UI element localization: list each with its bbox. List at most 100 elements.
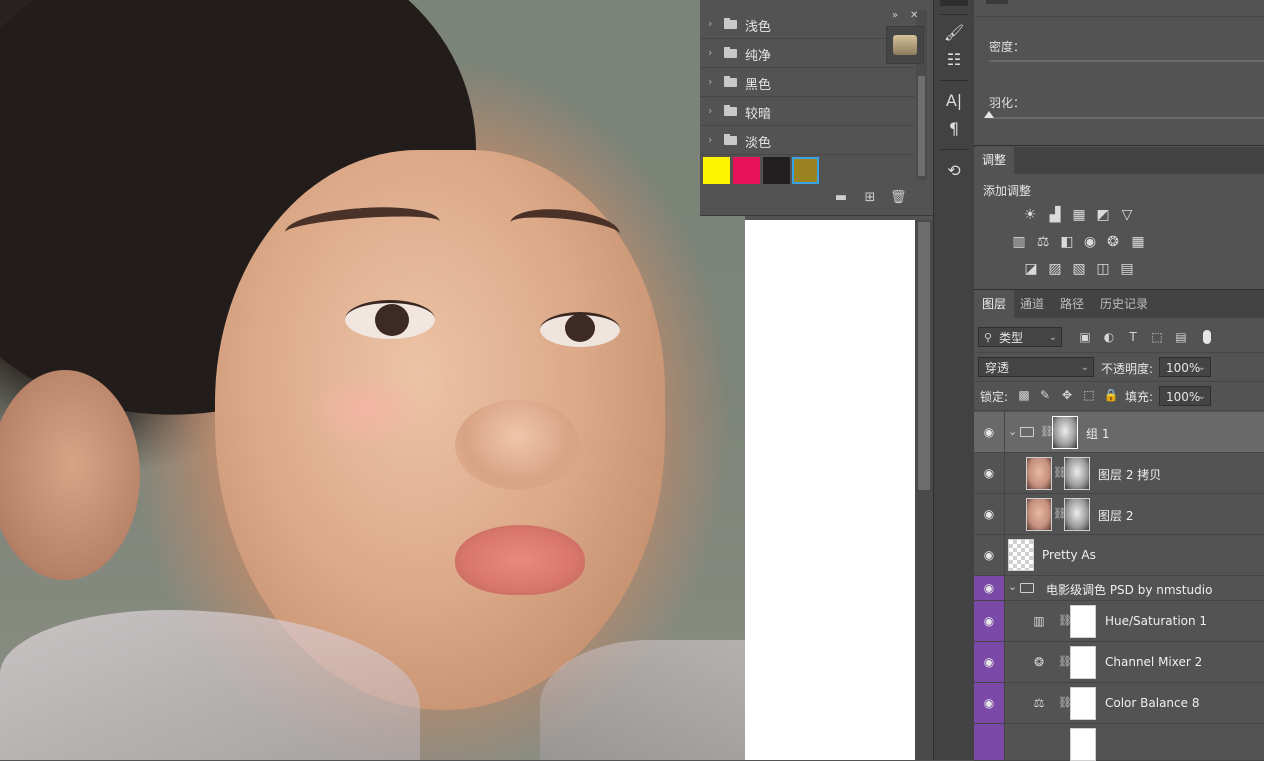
- invert-icon[interactable]: ◪: [1021, 259, 1041, 279]
- document-canvas[interactable]: [0, 0, 745, 760]
- tab-adjustments[interactable]: 调整: [974, 147, 1015, 174]
- filter-adjustment-icon[interactable]: ◐: [1101, 329, 1117, 345]
- visibility-cell[interactable]: ◉: [974, 601, 1005, 641]
- filter-type-icon[interactable]: T: [1125, 329, 1141, 345]
- visibility-cell[interactable]: ◉: [974, 576, 1005, 600]
- plus-square-icon[interactable]: ⊞: [862, 190, 878, 206]
- layer-row-adjustment[interactable]: ◉ ⚖ ⛓ Color Balance 8: [974, 683, 1264, 724]
- tab-layers[interactable]: 图层: [974, 290, 1015, 318]
- secondary-canvas[interactable]: [745, 220, 915, 760]
- eye-icon[interactable]: ◉: [982, 548, 996, 562]
- chevron-down-icon[interactable]: ⌄: [1008, 580, 1017, 593]
- swatch-group-item[interactable]: › 黑色: [700, 68, 915, 97]
- levels-icon[interactable]: ▟: [1045, 205, 1065, 225]
- feather-slider[interactable]: [989, 117, 1264, 119]
- swatch-group-item[interactable]: › 淡色: [700, 126, 915, 155]
- filter-toggle-icon[interactable]: [1203, 330, 1211, 344]
- color-swatch[interactable]: [763, 157, 790, 184]
- opacity-input[interactable]: 100% ⌄: [1159, 357, 1211, 377]
- chevron-down-icon[interactable]: ⌄: [1008, 425, 1017, 438]
- layer-mask-thumbnail[interactable]: [1070, 728, 1096, 761]
- layer-thumbnail[interactable]: [1008, 539, 1034, 571]
- color-balance-icon[interactable]: ⚖: [1033, 232, 1053, 252]
- layer-mask-thumbnail[interactable]: [1064, 457, 1090, 490]
- swatch-group-item[interactable]: › 浅色: [700, 10, 915, 39]
- layer-mask-thumbnail[interactable]: [1070, 687, 1096, 720]
- visibility-cell[interactable]: ◉: [974, 683, 1005, 723]
- photo-filter-icon[interactable]: ◉: [1080, 232, 1100, 252]
- chevron-right-icon[interactable]: ›: [708, 46, 712, 59]
- channel-mixer-icon[interactable]: ❂: [1103, 232, 1123, 252]
- chevron-right-icon[interactable]: ›: [708, 133, 712, 146]
- eye-icon[interactable]: ◉: [982, 696, 996, 710]
- eye-icon[interactable]: ◉: [982, 466, 996, 480]
- eye-icon[interactable]: ◉: [982, 507, 996, 521]
- eye-icon[interactable]: ◉: [982, 581, 996, 595]
- threshold-icon[interactable]: ▧: [1069, 259, 1089, 279]
- close-panel-icon[interactable]: ✕: [910, 10, 918, 21]
- new-group-folder-icon[interactable]: ▬: [833, 190, 849, 206]
- layer-thumbnail[interactable]: [1026, 498, 1052, 531]
- exposure-icon[interactable]: ◩: [1093, 205, 1113, 225]
- slider-handle-icon[interactable]: [984, 111, 994, 118]
- tab-channels[interactable]: 通道: [1012, 290, 1052, 318]
- trash-icon[interactable]: 🗑: [890, 190, 907, 206]
- layer-name[interactable]: 图层 2 拷贝: [1098, 466, 1161, 483]
- chevron-right-icon[interactable]: ›: [708, 75, 712, 88]
- fill-input[interactable]: 100% ⌄: [1159, 386, 1211, 406]
- brush-settings-icon[interactable]: 🖌: [943, 22, 965, 44]
- density-slider[interactable]: [989, 60, 1264, 62]
- layer-name[interactable]: 组 1: [1086, 425, 1109, 442]
- layer-row-group-1[interactable]: ◉ ⌄ ⛓ 组 1: [974, 412, 1264, 453]
- brightness-icon[interactable]: ☀: [1020, 205, 1040, 225]
- filter-pixel-icon[interactable]: ▣: [1077, 329, 1093, 345]
- gradient-icon[interactable]: ▤: [1117, 259, 1137, 279]
- scrollbar-thumb[interactable]: [918, 222, 930, 490]
- lock-position-icon[interactable]: ✥: [1059, 387, 1075, 403]
- layer-row-adjustment[interactable]: ◉ ❂ ⛓ Channel Mixer 2: [974, 642, 1264, 683]
- document-scrollbar[interactable]: [915, 220, 933, 760]
- layer-filter-kind-select[interactable]: ⚲ 类型 ⌄: [978, 327, 1062, 347]
- eye-icon[interactable]: ◉: [982, 614, 996, 628]
- layer-name[interactable]: 图层 2: [1098, 507, 1133, 524]
- history-brush-icon[interactable]: ⟲: [943, 160, 965, 182]
- layer-name[interactable]: Pretty As: [1042, 548, 1096, 562]
- curves-icon[interactable]: ▦: [1069, 205, 1089, 225]
- layer-name[interactable]: Channel Mixer 2: [1105, 655, 1202, 669]
- tab-paths[interactable]: 路径: [1052, 290, 1092, 318]
- swatch-group-item[interactable]: › 纯净: [700, 39, 915, 68]
- layer-row-adjustment[interactable]: ◉ ▥ ⛓ Hue/Saturation 1: [974, 601, 1264, 642]
- swatch-group-item[interactable]: › 较暗: [700, 97, 915, 126]
- selective-color-icon[interactable]: ◫: [1093, 259, 1113, 279]
- layer-name[interactable]: Color Balance 8: [1105, 696, 1199, 710]
- layer-mask-thumbnail[interactable]: [1052, 416, 1078, 449]
- lock-all-icon[interactable]: 🔒: [1103, 387, 1119, 403]
- layer-name[interactable]: 电影级调色 PSD by nmstudio: [1046, 581, 1212, 598]
- collapse-panel-icon[interactable]: »: [892, 10, 898, 21]
- layer-row-adjustment[interactable]: [974, 724, 1264, 761]
- adjustments-icon[interactable]: ☷: [943, 49, 965, 71]
- chevron-right-icon[interactable]: ›: [708, 104, 712, 117]
- visibility-cell[interactable]: ◉: [974, 412, 1005, 452]
- lock-artboard-icon[interactable]: ⬚: [1081, 387, 1097, 403]
- color-swatch[interactable]: [733, 157, 760, 184]
- character-icon[interactable]: A|: [943, 90, 965, 112]
- layer-mask-thumbnail[interactable]: [1070, 605, 1096, 638]
- layer-row[interactable]: ◉ ⛓ 图层 2 拷贝: [974, 453, 1264, 494]
- color-lookup-icon[interactable]: ▦: [1128, 232, 1148, 252]
- layer-row[interactable]: ◉ ⛓ 图层 2: [974, 494, 1264, 535]
- gradient-map-triangle-icon[interactable]: ▽: [1117, 205, 1137, 225]
- layer-mask-thumbnail[interactable]: [1064, 498, 1090, 531]
- eye-icon[interactable]: ◉: [982, 425, 996, 439]
- visibility-cell[interactable]: ◉: [974, 494, 1005, 534]
- posterize-icon[interactable]: ▨: [1045, 259, 1065, 279]
- blend-mode-select[interactable]: 穿透 ⌄: [978, 357, 1094, 377]
- layer-thumbnail[interactable]: [1026, 457, 1052, 490]
- hue-saturation-icon[interactable]: ▥: [1009, 232, 1029, 252]
- scrollbar-thumb[interactable]: [918, 76, 925, 176]
- tab-history[interactable]: 历史记录: [1092, 290, 1156, 318]
- paragraph-icon[interactable]: ¶: [943, 118, 965, 140]
- filter-smart-object-icon[interactable]: ▤: [1173, 329, 1189, 345]
- eye-icon[interactable]: ◉: [982, 655, 996, 669]
- dock-grip[interactable]: [940, 0, 968, 6]
